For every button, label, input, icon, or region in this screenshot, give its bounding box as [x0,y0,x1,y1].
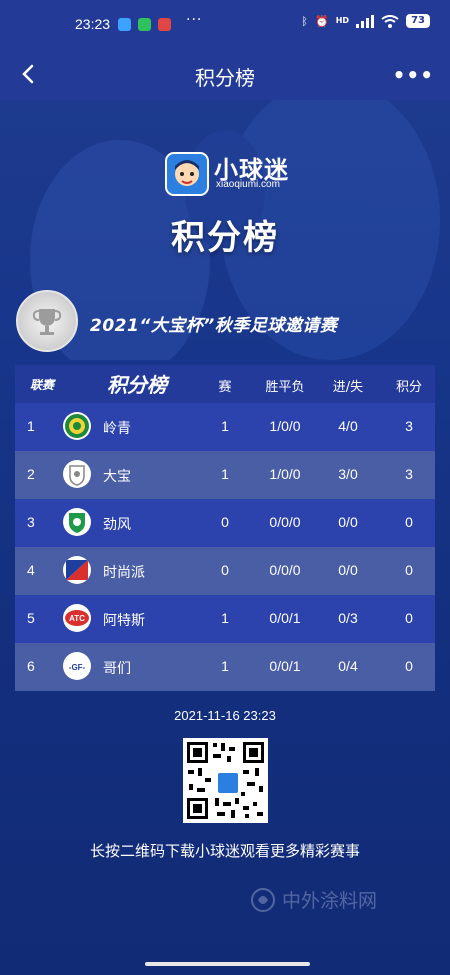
goals-cell: 0/3 [338,610,358,626]
rank-cell: 1 [27,418,35,434]
download-qr-code[interactable] [183,738,268,823]
goals-cell: 0/0 [338,514,358,530]
table-row: 1 岭青 1 1/0/0 4/0 3 [15,403,435,451]
wifi-icon [381,14,399,28]
gf-logo-text: -GF- [69,663,86,672]
wdl-cell: 0/0/1 [269,658,301,674]
watermark-text: 中外涂料网 [282,890,378,912]
team-gf-logo-icon: -GF- [63,652,91,680]
wdl-cell: 0/0/1 [269,610,301,626]
hd-icon: HD [335,16,350,25]
qr-brand-logo-icon [216,771,240,795]
table-header: 联赛 积分榜 赛 胜平负 进/失 积分 [15,365,435,403]
goals-cell: 3/0 [338,466,358,482]
wdl-cell: 0/0/0 [269,514,301,530]
battery-icon: 73 [406,14,430,28]
team-name: 大宝 [103,469,131,485]
rank-cell: 3 [27,514,35,530]
rank-cell: 5 [27,610,35,626]
more-notifications-icon: ··· [186,12,203,28]
status-icons: ᛒ ⏰ HD 73 [301,14,430,28]
generated-timestamp: 2021-11-16 23:23 [174,708,276,723]
table-row: 3 劲风 0 0/0/0 0/0 0 [15,499,435,547]
points-cell: 0 [405,562,413,578]
home-indicator[interactable] [145,962,310,966]
page-title: 积分榜 [195,66,255,90]
table-row: 2 大宝 1 1/0/0 3/0 3 [15,451,435,499]
rank-cell: 4 [27,562,35,578]
brand-website: xiaoqiumi.com [216,179,280,190]
watermark-logo-icon [251,887,275,912]
column-header-points: 积分 [395,380,422,395]
team-atc-logo-icon: ATC [63,604,91,632]
team-name: 劲风 [103,517,131,533]
team-dabao-logo-icon [63,460,91,488]
wdl-cell: 1/0/0 [269,466,301,482]
trophy-icon [16,290,78,352]
goals-cell: 4/0 [338,418,358,434]
team-name: 时尚派 [103,565,145,581]
standings-table: 联赛 积分榜 赛 胜平负 进/失 积分 1 岭青 1 1/0/0 4/0 3 2… [15,365,435,691]
played-cell: 0 [221,562,229,578]
played-cell: 1 [221,466,229,482]
table-row: 5 ATC 阿特斯 1 0/0/1 0/3 0 [15,595,435,643]
team-shishangpai-logo-icon [63,556,91,584]
team-name: 哥们 [103,661,131,677]
status-time: 23:23 [75,16,111,32]
played-cell: 0 [221,514,229,530]
table-row: 6 -GF- 哥们 1 0/0/1 0/4 0 [15,643,435,691]
points-cell: 0 [405,610,413,626]
rank-cell: 6 [27,658,35,674]
played-cell: 1 [221,610,229,626]
app-notification-icon-2 [158,18,171,31]
app-notification-icon [118,18,131,31]
team-name: 岭青 [103,421,131,437]
table-row: 4 时尚派 0 0/0/0 0/0 0 [15,547,435,595]
rank-cell: 2 [27,466,35,482]
goals-cell: 0/4 [338,658,358,674]
wdl-cell: 0/0/0 [269,562,301,578]
more-menu-button[interactable]: ••• [393,63,434,87]
points-cell: 0 [405,658,413,674]
league-label: 联赛 [30,378,55,392]
column-header-goals: 进/失 [332,380,364,395]
status-bar: 23:23 ··· ᛒ ⏰ HD 73 [0,0,450,50]
column-header-wdl: 胜平负 [265,380,305,395]
points-cell: 0 [405,514,413,530]
alarm-icon: ⏰ [315,14,329,28]
points-cell: 3 [405,418,413,434]
nav-bar: 积分榜 ••• [0,50,450,100]
team-lingqing-logo-icon [63,412,91,440]
signal-icon [356,14,375,28]
qr-caption: 长按二维码下载小球迷观看更多精彩赛事 [89,842,360,860]
goals-cell: 0/0 [338,562,358,578]
played-cell: 1 [221,658,229,674]
standings-poster: 小球迷 xiaoqiumi.com 积分榜 2021“大宝杯”秋季足球邀请赛 联… [0,100,450,975]
team-name: 阿特斯 [103,613,145,629]
team-jinfeng-logo-icon [63,508,91,536]
watermark: 中外涂料网 [250,886,377,913]
wdl-cell: 1/0/0 [269,418,301,434]
brand-logo-icon [165,152,209,196]
table-title: 积分榜 [107,373,167,397]
points-cell: 3 [405,466,413,482]
played-cell: 1 [221,418,229,434]
event-name: 2021“大宝杯”秋季足球邀请赛 [90,316,338,336]
wechat-icon [138,18,151,31]
bluetooth-icon: ᛒ [301,14,309,28]
column-header-played: 赛 [218,380,232,395]
hero-title: 积分榜 [171,218,279,258]
atc-logo-text: ATC [69,614,85,623]
